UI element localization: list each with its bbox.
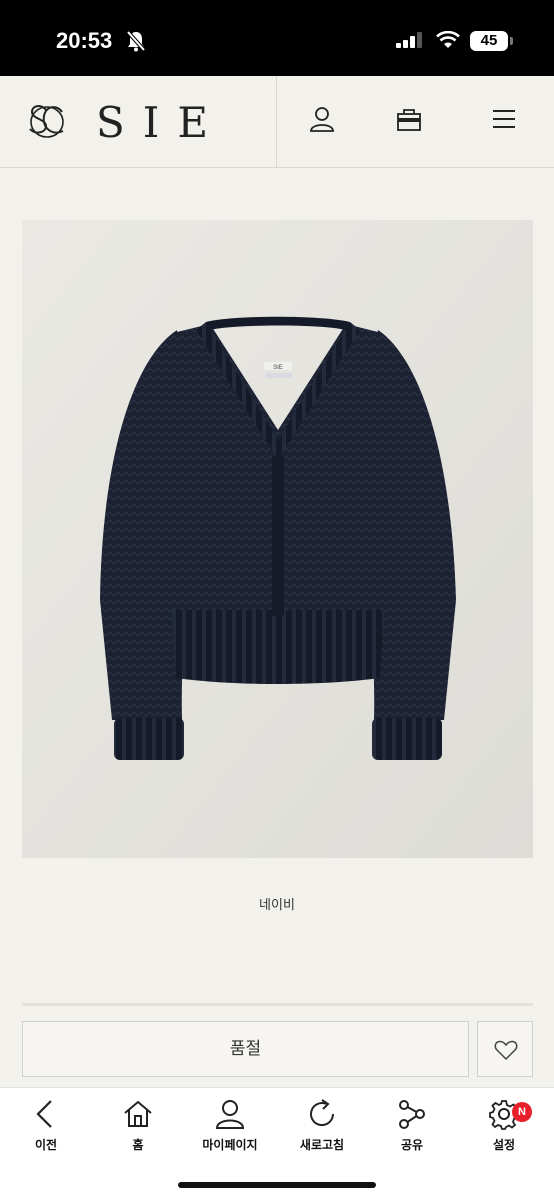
home-indicator xyxy=(178,1182,376,1188)
wifi-icon xyxy=(436,31,460,48)
garment-label-tag: SIE xyxy=(273,365,283,371)
back-chevron-icon xyxy=(36,1100,52,1128)
status-bar: 20:53 45 xyxy=(0,0,554,76)
battery-indicator: 45 xyxy=(470,31,508,51)
site-header: SIE xyxy=(0,76,554,168)
nav-back[interactable]: 이전 xyxy=(0,1098,92,1158)
wishlist-button[interactable] xyxy=(477,1021,533,1077)
person-icon xyxy=(215,1100,245,1129)
section-divider xyxy=(22,1003,533,1006)
share-icon xyxy=(399,1100,425,1129)
brand-name[interactable]: SIE xyxy=(96,98,226,147)
nav-label: 홈 xyxy=(132,1138,144,1152)
variant-color-label: 네이비 xyxy=(259,898,295,913)
bell-off-icon xyxy=(126,30,146,52)
soldout-button[interactable]: 품절 xyxy=(22,1021,469,1077)
cellular-signal-icon xyxy=(396,32,422,48)
nav-label: 공유 xyxy=(400,1138,424,1152)
menu-icon[interactable] xyxy=(491,106,517,132)
heart-icon xyxy=(494,1040,518,1061)
nav-label: 마이페이지 xyxy=(202,1138,258,1152)
nav-share[interactable]: 공유 xyxy=(366,1098,458,1158)
account-icon[interactable] xyxy=(309,106,335,132)
nav-mypage[interactable]: 마이페이지 xyxy=(184,1098,276,1158)
nav-label: 새로고침 xyxy=(299,1138,345,1152)
nav-label: 설정 xyxy=(492,1138,516,1152)
brand-logo-icon[interactable] xyxy=(26,102,68,142)
cart-bag-icon[interactable] xyxy=(396,106,422,132)
sweater-illustration: SIE xyxy=(22,220,533,858)
header-divider xyxy=(276,76,277,168)
notification-badge: N xyxy=(512,1102,532,1122)
battery-tip xyxy=(510,37,513,45)
status-time: 20:53 xyxy=(56,28,113,53)
refresh-icon xyxy=(310,1099,335,1126)
product-image[interactable]: SIE xyxy=(22,220,533,858)
nav-label: 이전 xyxy=(34,1138,58,1152)
nav-refresh[interactable]: 새로고침 xyxy=(276,1098,368,1158)
nav-home[interactable]: 홈 xyxy=(92,1098,184,1158)
home-icon xyxy=(124,1100,152,1127)
nav-settings[interactable]: N 설정 xyxy=(458,1098,550,1158)
